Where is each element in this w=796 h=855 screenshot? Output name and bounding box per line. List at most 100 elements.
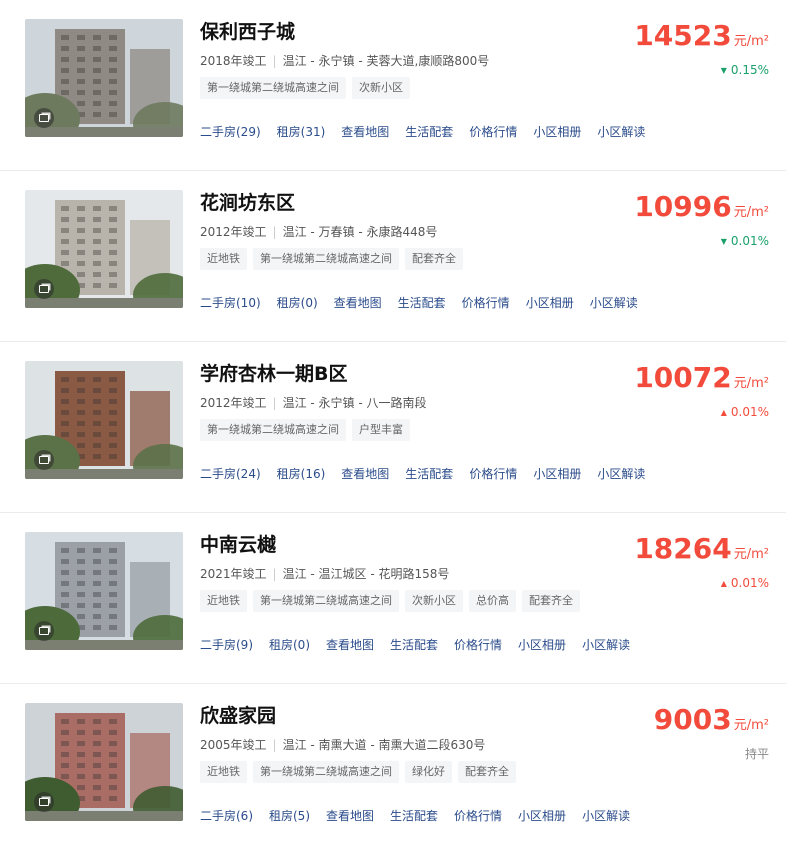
rent-link[interactable]: 租房(5) [269, 808, 310, 824]
feature-tag: 配套齐全 [522, 590, 580, 612]
amenities-link[interactable]: 生活配套 [390, 637, 438, 653]
amenities-link[interactable]: 生活配套 [390, 808, 438, 824]
community-item[interactable]: 中南云樾 2021年竣工 | 温江 - 温江城区 - 花明路158号 近地铁 第一绕城… [0, 513, 786, 684]
feature-tag: 配套齐全 [405, 248, 463, 270]
meta-divider: | [272, 225, 277, 239]
album-link[interactable]: 小区相册 [533, 124, 581, 140]
community-links: 二手房(6) 租房(5) 查看地图 生活配套 价格行情 小区相册 小区解读 [200, 808, 630, 824]
map-link[interactable]: 查看地图 [341, 466, 389, 482]
album-link[interactable]: 小区相册 [526, 295, 574, 311]
community-location: 温江 - 永宁镇 - 芙蓉大道,康顺路800号 [282, 54, 490, 68]
feature-tag: 配套齐全 [458, 761, 516, 783]
unit-price: 10072 [634, 361, 732, 394]
change-value: 0.01% [730, 576, 769, 590]
analysis-link[interactable]: 小区解读 [582, 637, 630, 653]
build-year: 2005年竣工 [200, 738, 267, 752]
price-unit: 元/m² [733, 547, 769, 562]
change-value: 0.01% [730, 405, 769, 419]
build-year: 2018年竣工 [200, 54, 267, 68]
community-photo[interactable] [25, 19, 183, 137]
price-block: 10072 元/m² ▲ 0.01% [634, 363, 769, 420]
second-hand-link[interactable]: 二手房(9) [200, 637, 253, 653]
community-item[interactable]: 学府杏林一期B区 2012年竣工 | 温江 - 永宁镇 - 八一路南段 第一绕城第二… [0, 342, 786, 513]
second-hand-link[interactable]: 二手房(29) [200, 124, 261, 140]
price-block: 14523 元/m² ▼ 0.15% [634, 21, 769, 78]
second-hand-link[interactable]: 二手房(24) [200, 466, 261, 482]
price-change: 持平 [654, 747, 769, 761]
build-year: 2012年竣工 [200, 396, 267, 410]
down-arrow-icon: ▼ [720, 66, 727, 75]
unit-price: 14523 [634, 19, 732, 52]
gallery-icon[interactable] [34, 279, 54, 299]
meta-divider: | [272, 738, 277, 752]
tag-list: 第一绕城第二绕城高速之间 次新小区 [200, 77, 786, 99]
gallery-icon[interactable] [34, 792, 54, 812]
map-link[interactable]: 查看地图 [341, 124, 389, 140]
price-unit: 元/m² [733, 718, 769, 733]
analysis-link[interactable]: 小区解读 [597, 124, 645, 140]
feature-tag: 户型丰富 [352, 419, 410, 441]
price-unit: 元/m² [733, 34, 769, 49]
gallery-icon[interactable] [34, 108, 54, 128]
up-arrow-icon: ▲ [720, 579, 727, 588]
community-photo[interactable] [25, 190, 183, 308]
feature-tag: 第一绕城第二绕城高速之间 [253, 590, 399, 612]
price-block: 9003 元/m² 持平 [653, 703, 769, 762]
analysis-link[interactable]: 小区解读 [597, 466, 645, 482]
rent-link[interactable]: 租房(31) [277, 124, 326, 140]
price-trend-link[interactable]: 价格行情 [454, 637, 502, 653]
map-link[interactable]: 查看地图 [334, 295, 382, 311]
price-change: ▼ 0.15% [634, 63, 769, 78]
feature-tag: 第一绕城第二绕城高速之间 [200, 419, 346, 441]
rent-link[interactable]: 租房(0) [277, 295, 318, 311]
change-value: 持平 [744, 747, 769, 761]
feature-tag: 第一绕城第二绕城高速之间 [200, 77, 346, 99]
map-link[interactable]: 查看地图 [326, 808, 374, 824]
price-block: 10996 元/m² ▼ 0.01% [634, 192, 769, 249]
community-location: 温江 - 永宁镇 - 八一路南段 [282, 396, 427, 410]
feature-tag: 次新小区 [352, 77, 410, 99]
community-list: 保利西子城 2018年竣工 | 温江 - 永宁镇 - 芙蓉大道,康顺路800号 第一… [0, 0, 796, 855]
community-item[interactable]: 保利西子城 2018年竣工 | 温江 - 永宁镇 - 芙蓉大道,康顺路800号 第一… [0, 0, 786, 171]
amenities-link[interactable]: 生活配套 [398, 295, 446, 311]
rent-link[interactable]: 租房(16) [277, 466, 326, 482]
unit-price: 9003 [653, 703, 732, 736]
second-hand-link[interactable]: 二手房(10) [200, 295, 261, 311]
community-item[interactable]: 欣盛家园 2005年竣工 | 温江 - 南熏大道 - 南熏大道二段630号 近地铁第… [0, 684, 786, 855]
community-links: 二手房(10) 租房(0) 查看地图 生活配套 价格行情 小区相册 小区解读 [200, 295, 638, 311]
community-photo[interactable] [25, 361, 183, 479]
community-item[interactable]: 花涧坊东区 2012年竣工 | 温江 - 万春镇 - 永康路448号 近地铁 第一绕城… [0, 171, 786, 342]
feature-tag: 绿化好 [405, 761, 452, 783]
price-trend-link[interactable]: 价格行情 [462, 295, 510, 311]
gallery-icon[interactable] [34, 621, 54, 641]
second-hand-link[interactable]: 二手房(6) [200, 808, 253, 824]
community-links: 二手房(24) 租房(16) 查看地图 生活配套 价格行情 小区相册 小区解读 [200, 466, 645, 482]
rent-link[interactable]: 租房(0) [269, 637, 310, 653]
feature-tag: 总价高 [469, 590, 516, 612]
price-trend-link[interactable]: 价格行情 [469, 124, 517, 140]
analysis-link[interactable]: 小区解读 [582, 808, 630, 824]
tag-list: 近地铁 第一绕城第二绕城高速之间 次新小区 总价高 配套齐全 [200, 590, 786, 612]
price-trend-link[interactable]: 价格行情 [454, 808, 502, 824]
gallery-icon[interactable] [34, 450, 54, 470]
price-unit: 元/m² [733, 376, 769, 391]
album-link[interactable]: 小区相册 [518, 808, 566, 824]
amenities-link[interactable]: 生活配套 [405, 466, 453, 482]
map-link[interactable]: 查看地图 [326, 637, 374, 653]
price-block: 18264 元/m² ▲ 0.01% [634, 534, 769, 591]
analysis-link[interactable]: 小区解读 [590, 295, 638, 311]
community-location: 温江 - 万春镇 - 永康路448号 [282, 225, 438, 239]
feature-tag: 近地铁 [200, 248, 247, 270]
amenities-link[interactable]: 生活配套 [405, 124, 453, 140]
price-change: ▲ 0.01% [634, 405, 769, 420]
community-photo[interactable] [25, 703, 183, 821]
build-year: 2012年竣工 [200, 225, 267, 239]
community-location: 温江 - 温江城区 - 花明路158号 [282, 567, 450, 581]
feature-tag: 第一绕城第二绕城高速之间 [253, 248, 399, 270]
album-link[interactable]: 小区相册 [533, 466, 581, 482]
feature-tag: 第一绕城第二绕城高速之间 [253, 761, 399, 783]
build-year: 2021年竣工 [200, 567, 267, 581]
price-trend-link[interactable]: 价格行情 [469, 466, 517, 482]
album-link[interactable]: 小区相册 [518, 637, 566, 653]
community-photo[interactable] [25, 532, 183, 650]
